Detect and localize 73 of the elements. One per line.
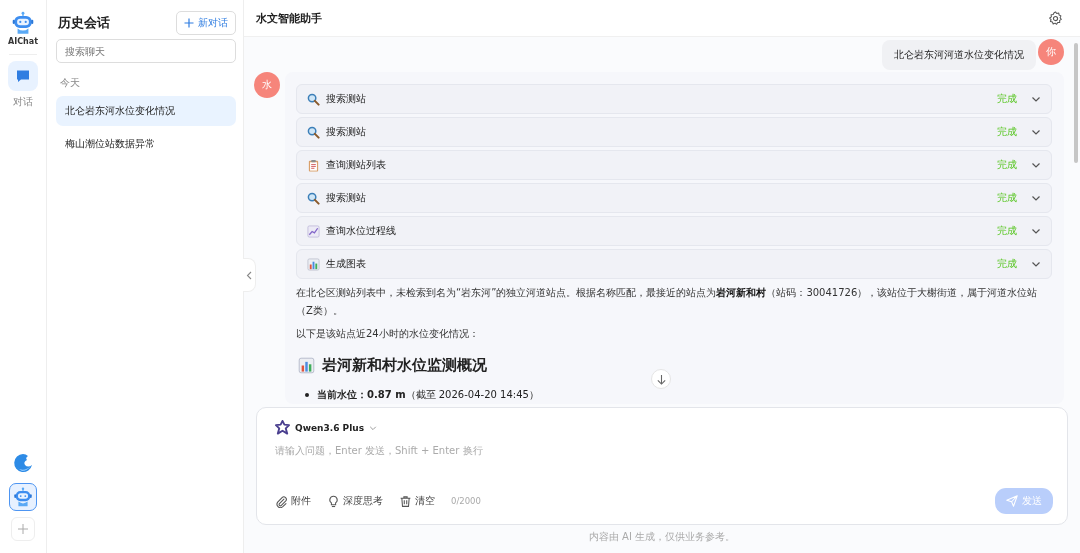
new-chat-button[interactable]: 新对话 (176, 11, 236, 35)
chevron-icon[interactable] (1031, 226, 1041, 236)
status-text: 完成 (997, 257, 1017, 271)
step-label: 搜索测站 (326, 125, 367, 139)
plus-icon (17, 523, 29, 535)
chevron-icon[interactable] (1031, 193, 1041, 203)
tool-step-row[interactable]: 搜索测站 完成 (296, 117, 1052, 147)
robot-icon (12, 486, 34, 508)
app-switch-button[interactable] (9, 483, 37, 511)
paper-plane-icon (1006, 495, 1018, 507)
conversation-item[interactable]: 梅山潮位站数据异常 (56, 129, 236, 159)
chat-nav-button[interactable] (8, 61, 38, 91)
disclaimer-text: 内容由 AI 生成，仅供业务参考。 (587, 530, 737, 544)
trash-icon (399, 494, 412, 508)
tool-step-row[interactable]: 搜索测站 完成 (296, 183, 1052, 213)
magnifier-icon (307, 125, 320, 139)
answer-heading: 岩河新和村水位监测概况 (322, 356, 487, 375)
arrow-down-icon (655, 373, 667, 385)
step-label: 查询水位过程线 (326, 224, 397, 238)
status-text: 完成 (997, 125, 1017, 139)
magnifier-icon (307, 92, 320, 106)
group-label: 今天 (60, 76, 81, 90)
composer-tool-button[interactable]: 深度思考 (327, 494, 395, 508)
chevron-icon[interactable] (1031, 94, 1041, 104)
user-message: 北仑岩东河河道水位变化情况 (882, 40, 1036, 70)
chevron-left-icon (246, 270, 252, 280)
tool-step-row[interactable]: 搜索测站 完成 (296, 84, 1052, 114)
wave-logo-icon (12, 452, 34, 474)
answer-paragraph: 以下是该站点近24小时的水位变化情况： (296, 327, 480, 341)
status-text: 完成 (997, 191, 1017, 205)
line-chart-icon (307, 224, 320, 238)
status-text: 完成 (997, 224, 1017, 238)
chevron-icon[interactable] (1031, 127, 1041, 137)
clipboard-icon (307, 158, 320, 172)
panel-title: 历史会话 (57, 14, 110, 32)
status-text: 完成 (997, 92, 1017, 106)
status-text: 完成 (997, 158, 1017, 172)
composer-tool-button[interactable]: 附件 (275, 494, 323, 508)
nav-label: 对话 (13, 95, 33, 109)
bar-chart-icon (307, 257, 320, 271)
robot-icon (10, 10, 36, 36)
conversation-item[interactable]: 北仑岩东河水位变化情况 (56, 96, 236, 126)
plus-icon (184, 18, 194, 28)
answer-paragraph: 在北仑区测站列表中，未检索到名为“岩东河”的独立河道站点。根据名称匹配，最接近的站点为岩河新和村（站码：30041726），该站位于大榭街道，属于河道水位站（Z类）。 (296, 286, 1039, 318)
step-label: 查询测站列表 (326, 158, 387, 172)
tool-step-row[interactable]: 查询水位过程线 完成 (296, 216, 1052, 246)
settings-icon[interactable] (1048, 10, 1063, 26)
lightbulb-icon (327, 494, 340, 508)
character-count: 0/2000 (451, 496, 482, 506)
app-name: AIChat (8, 37, 38, 46)
collapse-handle[interactable] (243, 258, 256, 292)
chevron-icon[interactable] (1031, 160, 1041, 170)
bullet-icon (305, 393, 309, 397)
bar-chart-icon (298, 357, 315, 374)
page-title: 水文智能助手 (256, 10, 322, 26)
paperclip-icon (275, 494, 288, 508)
step-label: 搜索测站 (326, 92, 367, 106)
assistant-avatar: 水 (254, 72, 280, 98)
chat-bubble-icon (15, 68, 31, 84)
tool-step-row[interactable]: 查询测站列表 完成 (296, 150, 1052, 180)
caret-icon (369, 423, 377, 432)
star-logo-icon (275, 420, 290, 435)
model-selector[interactable]: Qwen3.6 Plus (275, 420, 377, 435)
search-field[interactable]: 搜索聊天 (56, 39, 236, 63)
magnifier-icon (307, 191, 320, 205)
tool-step-row[interactable]: 生成图表 完成 (296, 249, 1052, 279)
composer-tool-button[interactable]: 清空 (399, 494, 447, 508)
user-avatar: 你 (1038, 39, 1064, 65)
chevron-icon[interactable] (1031, 259, 1041, 269)
list-item-text: 当前水位：0.87 m（截至 2026-04-20 14:45） (317, 388, 539, 402)
step-label: 生成图表 (326, 257, 367, 271)
step-label: 搜索测站 (326, 191, 367, 205)
scrollbar-thumb[interactable] (1074, 43, 1078, 163)
